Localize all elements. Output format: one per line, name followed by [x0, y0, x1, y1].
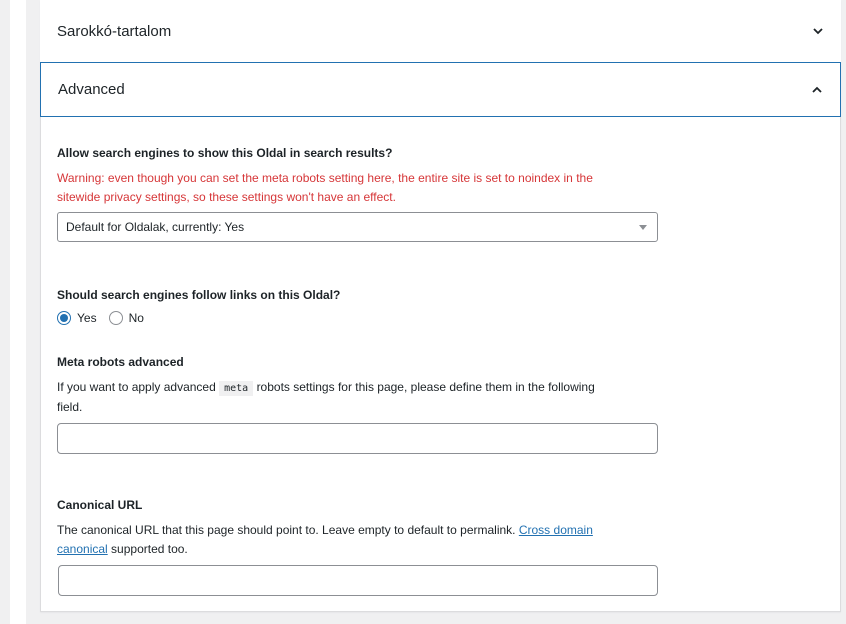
section-advanced-title: Advanced: [58, 81, 125, 98]
left-gutter: [0, 0, 10, 624]
section-sarokko-title: Sarokkó-tartalom: [57, 22, 172, 40]
meta-code: meta: [219, 381, 254, 396]
meta-robots-desc-before: If you want to apply advanced: [57, 380, 216, 394]
chevron-up-icon[interactable]: [811, 84, 823, 96]
noindex-warning-line1: Warning: even though you can set the met…: [57, 171, 593, 185]
follow-yes-radio[interactable]: [57, 311, 71, 325]
section-sarokko-header[interactable]: Sarokkó-tartalom: [40, 0, 841, 63]
section-advanced-header[interactable]: Advanced: [40, 62, 841, 117]
meta-robots-desc-line2: field.: [57, 400, 83, 414]
canonical-url-input[interactable]: [58, 565, 658, 596]
canonical-description: The canonical URL that this page should …: [57, 521, 593, 540]
follow-yes-label[interactable]: Yes: [77, 311, 97, 325]
meta-robots-input[interactable]: [57, 423, 658, 454]
search-visibility-select-value: Default for Oldalak, currently: Yes: [66, 220, 245, 234]
cross-domain-link[interactable]: Cross domain: [519, 523, 593, 537]
canonical-link[interactable]: canonical: [57, 542, 108, 556]
meta-robots-description: If you want to apply advanced meta robot…: [57, 378, 595, 398]
canonical-desc-before: The canonical URL that this page should …: [57, 523, 516, 537]
search-visibility-label: Allow search engines to show this Oldal …: [57, 146, 393, 160]
meta-robots-label: Meta robots advanced: [57, 355, 184, 369]
search-visibility-select[interactable]: Default for Oldalak, currently: Yes: [57, 212, 658, 242]
select-caret-icon: [639, 224, 647, 230]
follow-links-radio-group: Yes No: [57, 311, 156, 325]
follow-no-radio[interactable]: [108, 311, 123, 325]
meta-robots-desc-after: robots settings for this page, please de…: [256, 380, 595, 394]
left-strip: [10, 0, 26, 624]
chevron-down-icon[interactable]: [812, 25, 824, 37]
canonical-desc-after: supported too.: [111, 542, 188, 556]
follow-no-label[interactable]: No: [129, 311, 144, 325]
noindex-warning-line2: sitewide privacy settings, so these sett…: [57, 190, 396, 204]
canonical-url-label: Canonical URL: [57, 498, 143, 512]
follow-links-label: Should search engines follow links on th…: [57, 288, 341, 302]
canonical-desc-line2: canonical supported too.: [57, 540, 188, 559]
